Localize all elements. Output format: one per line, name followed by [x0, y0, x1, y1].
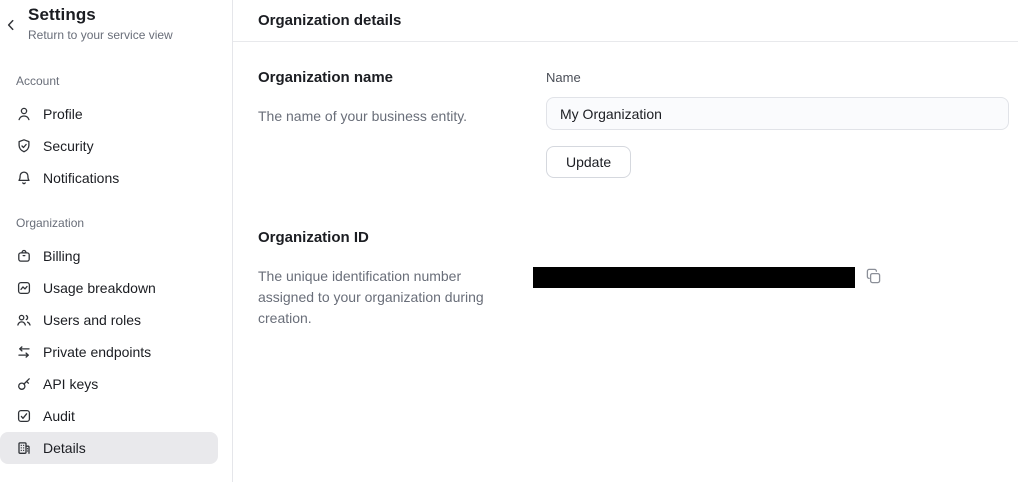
sidebar-item-label: Audit — [43, 408, 75, 425]
sidebar-item-label: Notifications — [43, 170, 119, 187]
user-icon — [16, 106, 32, 122]
org-name-section-info: Organization name The name of your busin… — [258, 69, 546, 178]
page-title: Organization details — [258, 12, 401, 29]
users-icon — [16, 312, 32, 328]
shield-check-icon — [16, 138, 32, 154]
org-id-value-area — [533, 229, 1009, 329]
main-header: Organization details — [233, 0, 1018, 42]
main-panel: Organization details Organization name T… — [233, 0, 1018, 482]
sidebar-item-security[interactable]: Security — [0, 130, 218, 162]
org-name-description: The name of your business entity. — [258, 106, 526, 127]
org-id-section-info: Organization ID The unique identificatio… — [258, 229, 533, 329]
org-name-input[interactable] — [546, 97, 1009, 130]
sidebar-item-details[interactable]: Details — [0, 432, 218, 464]
sidebar-item-label: Billing — [43, 248, 80, 265]
sidebar-item-label: Details — [43, 440, 86, 457]
update-button[interactable]: Update — [546, 146, 631, 178]
org-id-redacted-value — [533, 267, 855, 288]
sidebar-item-notifications[interactable]: Notifications — [0, 162, 218, 194]
org-id-section: Organization ID The unique identificatio… — [258, 229, 1009, 329]
sidebar-item-audit[interactable]: Audit — [0, 400, 218, 432]
audit-log-icon — [16, 408, 32, 424]
sidebar-item-users-and-roles[interactable]: Users and roles — [0, 304, 218, 336]
settings-app: Settings Return to your service view Acc… — [0, 0, 1018, 482]
settings-sidebar: Settings Return to your service view Acc… — [0, 0, 233, 482]
sidebar-item-api-keys[interactable]: API keys — [0, 368, 218, 400]
sidebar-item-label: Usage breakdown — [43, 280, 156, 297]
bell-icon — [16, 170, 32, 186]
sidebar-item-profile[interactable]: Profile — [0, 98, 218, 130]
org-name-heading: Organization name — [258, 69, 526, 87]
copy-button[interactable] — [864, 269, 882, 287]
sidebar-item-label: Security — [43, 138, 94, 155]
name-field-label: Name — [546, 70, 581, 85]
chart-icon — [16, 280, 32, 296]
copy-icon — [865, 268, 882, 288]
sidebar-item-label: Private endpoints — [43, 344, 151, 361]
sidebar-title: Settings — [28, 4, 216, 25]
nav-group-organization: Billing Usage breakdown Users and roles … — [0, 240, 232, 464]
building-icon — [16, 440, 32, 456]
org-name-section: Organization name The name of your busin… — [258, 69, 1009, 178]
sidebar-item-private-endpoints[interactable]: Private endpoints — [0, 336, 218, 368]
sidebar-header: Settings Return to your service view — [0, 4, 232, 43]
nav-group-account: Profile Security Notifications — [0, 98, 232, 194]
org-id-description: The unique identification number assigne… — [258, 266, 509, 329]
arrows-left-right-icon — [16, 344, 32, 360]
org-id-heading: Organization ID — [258, 229, 509, 247]
org-id-row — [533, 267, 1009, 288]
back-button[interactable] — [2, 17, 20, 35]
sidebar-item-usage-breakdown[interactable]: Usage breakdown — [0, 272, 218, 304]
section-label-account: Account — [0, 74, 232, 88]
org-name-form: Name Update — [546, 69, 1009, 178]
sidebar-item-label: Users and roles — [43, 312, 141, 329]
sidebar-item-label: Profile — [43, 106, 83, 123]
sidebar-item-label: API keys — [43, 376, 98, 393]
sidebar-item-billing[interactable]: Billing — [0, 240, 218, 272]
sidebar-subtitle: Return to your service view — [28, 28, 216, 43]
wallet-icon — [16, 248, 32, 264]
main-content: Organization name The name of your busin… — [233, 42, 1018, 329]
section-label-organization: Organization — [0, 216, 232, 230]
key-icon — [16, 376, 32, 392]
chevron-left-icon — [4, 18, 18, 35]
